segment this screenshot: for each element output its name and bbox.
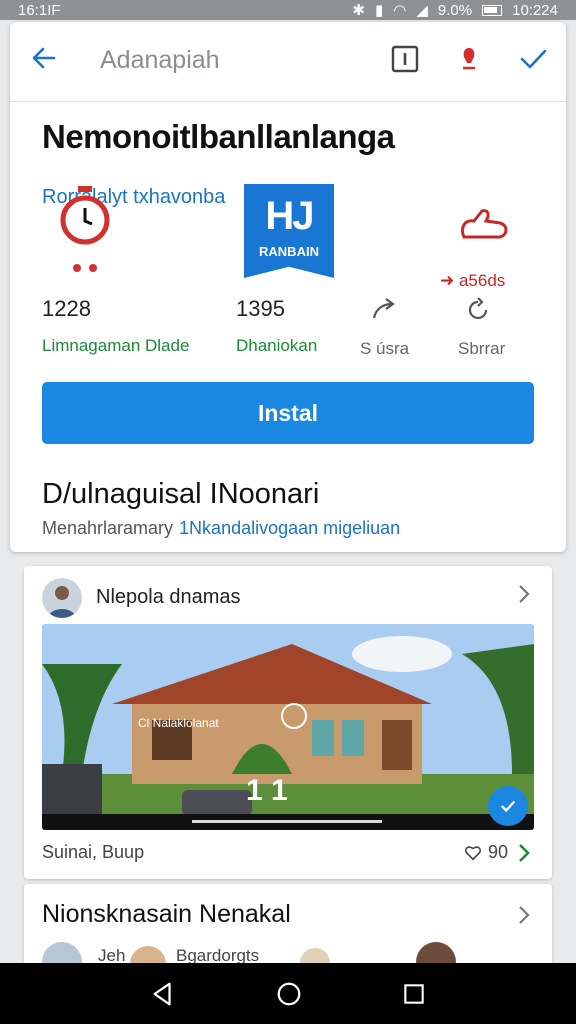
sim-icon: ▮: [375, 2, 384, 19]
info-square-icon[interactable]: [390, 44, 420, 74]
brand-logo-text: HJ: [265, 194, 314, 238]
post-image[interactable]: Cl Nalaklolanat 1 1: [42, 624, 534, 830]
stat-category: 1395 Dhaniokan: [236, 296, 317, 356]
status-time: 16:1IF: [18, 1, 61, 19]
chevron-right-icon[interactable]: [516, 583, 532, 605]
toolbar: Adanapiah: [10, 22, 566, 102]
heart-icon: [464, 845, 481, 860]
toolbar-title[interactable]: Adanapiah: [100, 46, 220, 75]
check-icon[interactable]: [518, 44, 548, 74]
stat-downloads: 1228 Limnagaman Dlade: [42, 296, 189, 356]
house-photo: [42, 624, 534, 830]
battery-percent: 9.0%: [437, 1, 473, 19]
refresh-icon: [468, 297, 488, 320]
section-sub-link[interactable]: 1Nkandalivogaan migeliuan: [179, 518, 400, 538]
section-title: D/ulnaguisal INoonari: [42, 478, 320, 510]
install-button[interactable]: Instal: [42, 382, 534, 444]
back-arrow-icon[interactable]: [30, 44, 58, 72]
verified-fab[interactable]: [488, 786, 528, 826]
nav-recents-icon[interactable]: [401, 981, 427, 1007]
post-card[interactable]: Nlepola dnamas Cl Nalaklolanat 1 1 Suina…: [24, 566, 552, 879]
wifi-icon: ◠: [393, 2, 407, 19]
stat-value: 1228: [42, 296, 91, 321]
app-detail-card: Adanapiah Nemonoitlbanllanlanga Rorralal…: [10, 22, 566, 552]
brand-shield-logo: HJ RANBAIN: [244, 184, 334, 278]
stat-label: Limnagaman Dlade: [42, 336, 190, 355]
status-clock: 10:224: [512, 1, 558, 19]
share-icon: [372, 298, 395, 319]
section-subtitle: Menahrlaramary 1Nkandalivogaan migeliuan: [42, 518, 400, 539]
image-caption: Cl Nalaklolanat: [138, 716, 219, 730]
battery-icon: [482, 4, 503, 16]
stat-label: S úsra: [360, 339, 410, 358]
timer-logo-icon: [60, 186, 110, 272]
stat-label: Dhaniokan: [236, 336, 318, 355]
rating-badge: ➜ a56ds: [440, 207, 540, 297]
avatar[interactable]: [42, 578, 82, 618]
people-card[interactable]: Nionsknasain Nenakal Jeh Bgardorgts: [24, 884, 552, 974]
brand-logo-subtext: RANBAIN: [259, 244, 319, 259]
chevron-right-green-icon[interactable]: [516, 842, 532, 864]
stat-label: Sbrrar: [458, 339, 506, 358]
check-icon: [500, 800, 516, 813]
post-likes[interactable]: 90: [464, 842, 508, 863]
person-icon: [48, 586, 76, 618]
status-icons: ✱ ▮ ◠ ◢ 9.0% 10:224: [352, 1, 558, 20]
stat-share[interactable]: S úsra: [360, 296, 409, 359]
stat-similar[interactable]: Sbrrar: [458, 296, 505, 359]
thumb-icon: [460, 209, 508, 239]
chevron-right-icon[interactable]: [516, 904, 532, 926]
image-overlay-text: 1 1: [246, 774, 288, 807]
post-author-name[interactable]: Nlepola dnamas: [96, 586, 241, 609]
bluetooth-icon: ✱: [352, 2, 365, 19]
signal-icon: ◢: [416, 2, 428, 19]
rating-badge-text: ➜ a56ds: [440, 271, 506, 290]
nav-home-icon[interactable]: [275, 980, 303, 1008]
system-nav-bar: [0, 963, 576, 1024]
nav-back-icon[interactable]: [149, 980, 177, 1008]
status-bar: 16:1IF ✱ ▮ ◠ ◢ 9.0% 10:224: [0, 0, 576, 20]
section-sub-text: Menahrlaramary: [42, 518, 174, 538]
stat-value: 1395: [236, 296, 285, 321]
pin-icon[interactable]: [454, 44, 484, 74]
post-location: Suinai, Buup: [42, 842, 145, 862]
app-title: Nemonoitlbanllanlanga: [42, 118, 395, 155]
likes-count: 90: [487, 842, 508, 862]
people-title: Nionsknasain Nenakal: [42, 900, 291, 928]
